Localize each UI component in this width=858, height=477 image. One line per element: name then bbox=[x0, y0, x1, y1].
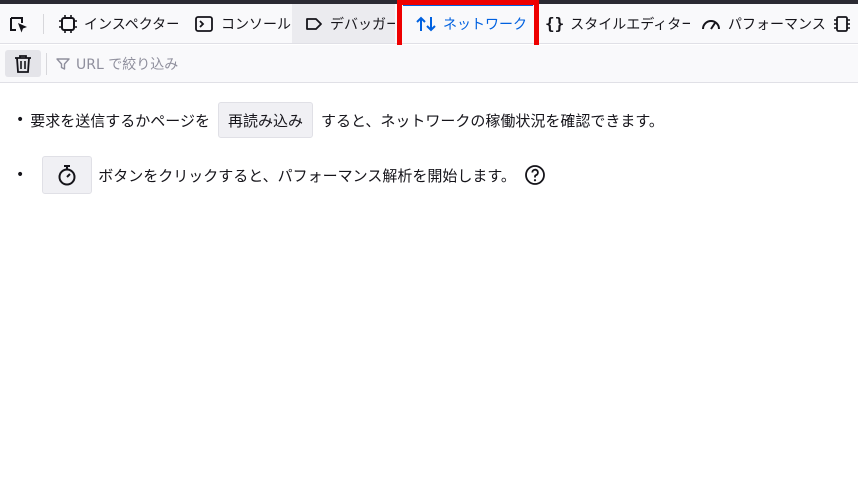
performance-text: ボタンをクリックすると、パフォーマンス解析を開始します。 bbox=[98, 166, 516, 185]
tab-inspector[interactable]: インスペクター bbox=[46, 4, 178, 43]
tab-debugger[interactable]: デバッガー bbox=[292, 4, 395, 43]
network-empty-content: • 要求を送信するかページを 再読み込み すると、ネットワークの稼働状況を確認で… bbox=[0, 84, 858, 477]
help-button[interactable] bbox=[524, 164, 546, 186]
tab-label: デバッガー bbox=[330, 16, 395, 33]
help-question-icon bbox=[524, 165, 545, 185]
debugger-icon bbox=[304, 14, 324, 34]
memory-chip-icon bbox=[832, 14, 852, 34]
devtools-toolbar: インスペクター コンソール デバッガー ネットワーク {} スタイルエディター … bbox=[0, 4, 858, 44]
tab-label: パフォーマンス bbox=[728, 16, 826, 33]
bullet: • bbox=[16, 112, 25, 128]
tab-network[interactable]: ネットワーク bbox=[403, 4, 533, 43]
stopwatch-icon bbox=[58, 165, 76, 186]
tab-performance[interactable]: パフォーマンス bbox=[688, 4, 828, 43]
trash-icon bbox=[15, 54, 31, 73]
reload-hint: • 要求を送信するかページを 再読み込み すると、ネットワークの稼働状況を確認で… bbox=[16, 102, 664, 138]
clear-requests-button[interactable] bbox=[5, 50, 41, 77]
filter-separator bbox=[46, 53, 47, 75]
url-filter-input[interactable]: URL で絞り込み bbox=[56, 53, 178, 75]
element-picker-button[interactable] bbox=[4, 10, 34, 38]
start-performance-analysis-button[interactable] bbox=[42, 156, 93, 194]
braces-icon: {} bbox=[545, 14, 565, 33]
filter-funnel-icon bbox=[56, 57, 70, 71]
tab-console[interactable]: コンソール bbox=[181, 4, 291, 43]
tab-label: ネットワーク bbox=[443, 16, 527, 33]
filter-placeholder: URL で絞り込み bbox=[76, 57, 179, 73]
tab-label: スタイルエディター bbox=[570, 16, 690, 33]
inspector-icon bbox=[58, 14, 78, 34]
tab-style-editor[interactable]: {} スタイルエディター bbox=[533, 4, 690, 43]
element-picker-icon bbox=[10, 17, 27, 33]
reload-text-before: 要求を送信するかページを bbox=[30, 111, 210, 130]
tab-label: インスペクター bbox=[84, 16, 178, 33]
console-icon bbox=[193, 14, 215, 34]
performance-hint: • ボタンをクリックすると、パフォーマンス解析を開始します。 bbox=[16, 156, 546, 194]
network-arrows-icon bbox=[415, 14, 437, 34]
bullet: • bbox=[16, 167, 25, 183]
tab-label: コンソール bbox=[221, 16, 291, 33]
toolbar-separator bbox=[43, 14, 44, 34]
reload-text-after: すると、ネットワークの稼働状況を確認できます。 bbox=[320, 111, 664, 130]
reload-button[interactable]: 再読み込み bbox=[217, 102, 313, 138]
gauge-icon bbox=[700, 14, 722, 34]
network-filter-bar: URL で絞り込み bbox=[0, 45, 858, 83]
tab-memory[interactable] bbox=[826, 4, 858, 43]
